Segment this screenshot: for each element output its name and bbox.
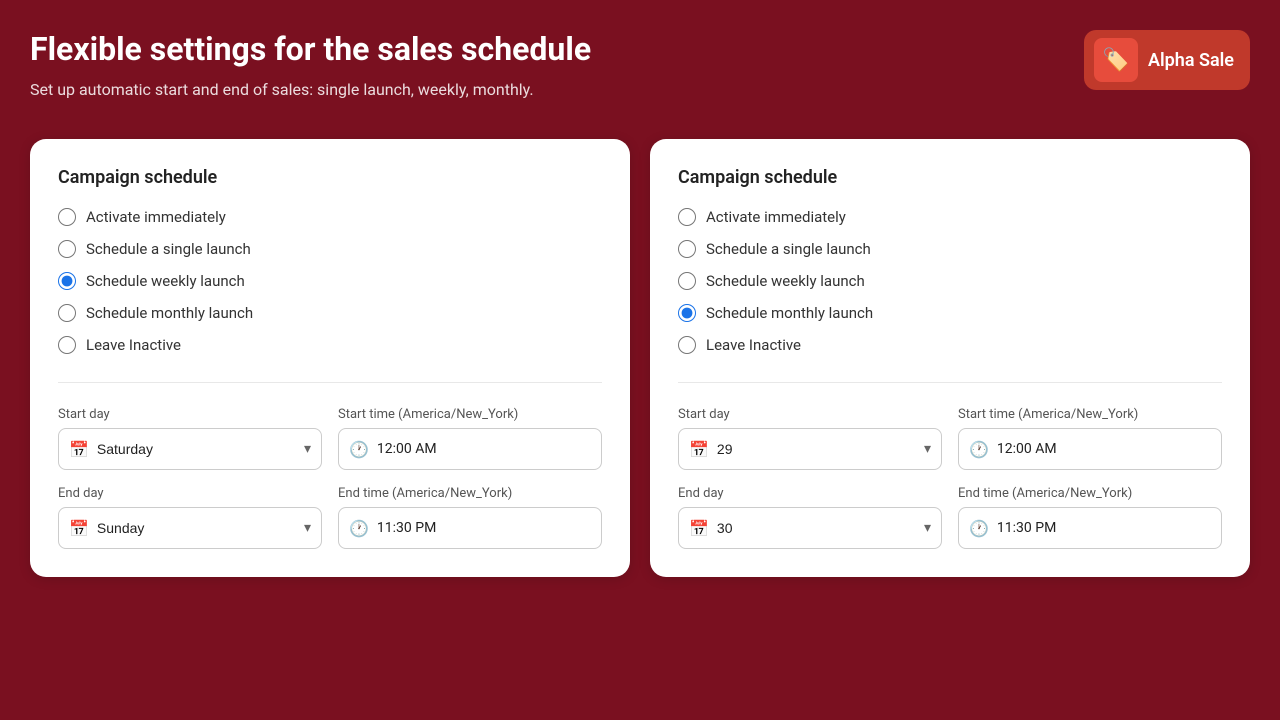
card-left-title: Campaign schedule bbox=[58, 167, 602, 188]
clock-icon-right: 🕐 bbox=[969, 440, 989, 459]
form-grid-right: Start day 📅 1234 5678 9101112 13141516 1… bbox=[678, 407, 1222, 549]
start-day-label-left: Start day bbox=[58, 407, 322, 422]
radio-item-right-5[interactable]: Leave Inactive bbox=[678, 336, 1222, 354]
start-time-field-right: Start time (America/New_York) 🕐 12:00 AM bbox=[958, 407, 1222, 470]
end-time-wrapper-right: 🕐 11:30 PM bbox=[958, 507, 1222, 549]
radio-left-5[interactable] bbox=[58, 336, 76, 354]
radio-item-right-1[interactable]: Activate immediately bbox=[678, 208, 1222, 226]
card-right-title: Campaign schedule bbox=[678, 167, 1222, 188]
end-time-value-right: 11:30 PM bbox=[997, 520, 1056, 536]
chevron-down-icon-end-left: ▾ bbox=[304, 520, 311, 536]
cards-container: Campaign schedule Activate immediately S… bbox=[0, 119, 1280, 607]
radio-label-left-3: Schedule weekly launch bbox=[86, 272, 245, 290]
calendar-icon-left-end: 📅 bbox=[69, 519, 89, 538]
end-time-field-left: End time (America/New_York) 🕐 11:30 PM bbox=[338, 486, 602, 549]
radio-item-right-3[interactable]: Schedule weekly launch bbox=[678, 272, 1222, 290]
logo-badge: 🏷️ Alpha Sale bbox=[1084, 30, 1250, 90]
start-day-select-left[interactable]: Sunday Monday Tuesday Wednesday Thursday… bbox=[97, 441, 304, 457]
page-header: Flexible settings for the sales schedule… bbox=[0, 0, 1280, 119]
logo-icon: 🏷️ bbox=[1094, 38, 1138, 82]
logo-label: Alpha Sale bbox=[1148, 50, 1234, 71]
calendar-icon-left: 📅 bbox=[69, 440, 89, 459]
radio-label-right-1: Activate immediately bbox=[706, 208, 846, 226]
end-day-field-right: End day 📅 1234 5678 9101112 13141516 171… bbox=[678, 486, 942, 549]
radio-left-4[interactable] bbox=[58, 304, 76, 322]
end-day-select-wrapper-right[interactable]: 📅 1234 5678 9101112 13141516 17181920 21… bbox=[678, 507, 942, 549]
radio-item-left-2[interactable]: Schedule a single launch bbox=[58, 240, 602, 258]
radio-group-left: Activate immediately Schedule a single l… bbox=[58, 208, 602, 354]
start-time-label-right: Start time (America/New_York) bbox=[958, 407, 1222, 422]
end-time-field-right: End time (America/New_York) 🕐 11:30 PM bbox=[958, 486, 1222, 549]
radio-item-left-1[interactable]: Activate immediately bbox=[58, 208, 602, 226]
radio-item-left-3[interactable]: Schedule weekly launch bbox=[58, 272, 602, 290]
radio-label-right-5: Leave Inactive bbox=[706, 336, 801, 354]
radio-label-right-3: Schedule weekly launch bbox=[706, 272, 865, 290]
page-title: Flexible settings for the sales schedule bbox=[30, 30, 591, 68]
divider-left bbox=[58, 382, 602, 383]
start-day-label-right: Start day bbox=[678, 407, 942, 422]
start-time-value-right: 12:00 AM bbox=[997, 441, 1057, 457]
divider-right bbox=[678, 382, 1222, 383]
radio-item-right-2[interactable]: Schedule a single launch bbox=[678, 240, 1222, 258]
chevron-down-icon-end-right: ▾ bbox=[924, 520, 931, 536]
end-day-field-left: End day 📅 Sunday Monday Tuesday Wednesda… bbox=[58, 486, 322, 549]
radio-label-right-2: Schedule a single launch bbox=[706, 240, 871, 258]
calendar-icon-right-end: 📅 bbox=[689, 519, 709, 538]
end-day-label-left: End day bbox=[58, 486, 322, 501]
start-time-value-left: 12:00 AM bbox=[377, 441, 437, 457]
start-time-field-left: Start time (America/New_York) 🕐 12:00 AM bbox=[338, 407, 602, 470]
radio-left-1[interactable] bbox=[58, 208, 76, 226]
start-day-select-wrapper-right[interactable]: 📅 1234 5678 9101112 13141516 17181920 21… bbox=[678, 428, 942, 470]
radio-left-2[interactable] bbox=[58, 240, 76, 258]
start-day-field-left: Start day 📅 Sunday Monday Tuesday Wednes… bbox=[58, 407, 322, 470]
radio-right-5[interactable] bbox=[678, 336, 696, 354]
end-day-select-wrapper-left[interactable]: 📅 Sunday Monday Tuesday Wednesday Thursd… bbox=[58, 507, 322, 549]
end-day-select-left[interactable]: Sunday Monday Tuesday Wednesday Thursday… bbox=[97, 520, 304, 536]
clock-icon-left-end: 🕐 bbox=[349, 519, 369, 538]
chevron-down-icon-start-right: ▾ bbox=[924, 441, 931, 457]
header-text: Flexible settings for the sales schedule… bbox=[30, 30, 591, 99]
form-grid-left: Start day 📅 Sunday Monday Tuesday Wednes… bbox=[58, 407, 602, 549]
start-time-wrapper-left: 🕐 12:00 AM bbox=[338, 428, 602, 470]
start-day-select-wrapper-left[interactable]: 📅 Sunday Monday Tuesday Wednesday Thursd… bbox=[58, 428, 322, 470]
calendar-icon-right: 📅 bbox=[689, 440, 709, 459]
radio-left-3[interactable] bbox=[58, 272, 76, 290]
radio-right-4[interactable] bbox=[678, 304, 696, 322]
card-left: Campaign schedule Activate immediately S… bbox=[30, 139, 630, 577]
page-subtitle: Set up automatic start and end of sales:… bbox=[30, 80, 591, 99]
radio-right-3[interactable] bbox=[678, 272, 696, 290]
start-time-wrapper-right: 🕐 12:00 AM bbox=[958, 428, 1222, 470]
radio-group-right: Activate immediately Schedule a single l… bbox=[678, 208, 1222, 354]
end-day-select-right[interactable]: 1234 5678 9101112 13141516 17181920 2122… bbox=[717, 520, 924, 536]
start-day-select-right[interactable]: 1234 5678 9101112 13141516 17181920 2122… bbox=[717, 441, 924, 457]
radio-label-right-4: Schedule monthly launch bbox=[706, 304, 873, 322]
radio-item-left-5[interactable]: Leave Inactive bbox=[58, 336, 602, 354]
end-time-label-right: End time (America/New_York) bbox=[958, 486, 1222, 501]
end-day-label-right: End day bbox=[678, 486, 942, 501]
radio-right-2[interactable] bbox=[678, 240, 696, 258]
clock-icon-right-end: 🕐 bbox=[969, 519, 989, 538]
radio-label-left-5: Leave Inactive bbox=[86, 336, 181, 354]
end-time-wrapper-left: 🕐 11:30 PM bbox=[338, 507, 602, 549]
radio-label-left-1: Activate immediately bbox=[86, 208, 226, 226]
start-time-label-left: Start time (America/New_York) bbox=[338, 407, 602, 422]
end-time-value-left: 11:30 PM bbox=[377, 520, 436, 536]
clock-icon-left: 🕐 bbox=[349, 440, 369, 459]
radio-label-left-2: Schedule a single launch bbox=[86, 240, 251, 258]
radio-item-left-4[interactable]: Schedule monthly launch bbox=[58, 304, 602, 322]
start-day-field-right: Start day 📅 1234 5678 9101112 13141516 1… bbox=[678, 407, 942, 470]
end-time-label-left: End time (America/New_York) bbox=[338, 486, 602, 501]
radio-right-1[interactable] bbox=[678, 208, 696, 226]
chevron-down-icon: ▾ bbox=[304, 441, 311, 457]
card-right: Campaign schedule Activate immediately S… bbox=[650, 139, 1250, 577]
radio-label-left-4: Schedule monthly launch bbox=[86, 304, 253, 322]
radio-item-right-4[interactable]: Schedule monthly launch bbox=[678, 304, 1222, 322]
